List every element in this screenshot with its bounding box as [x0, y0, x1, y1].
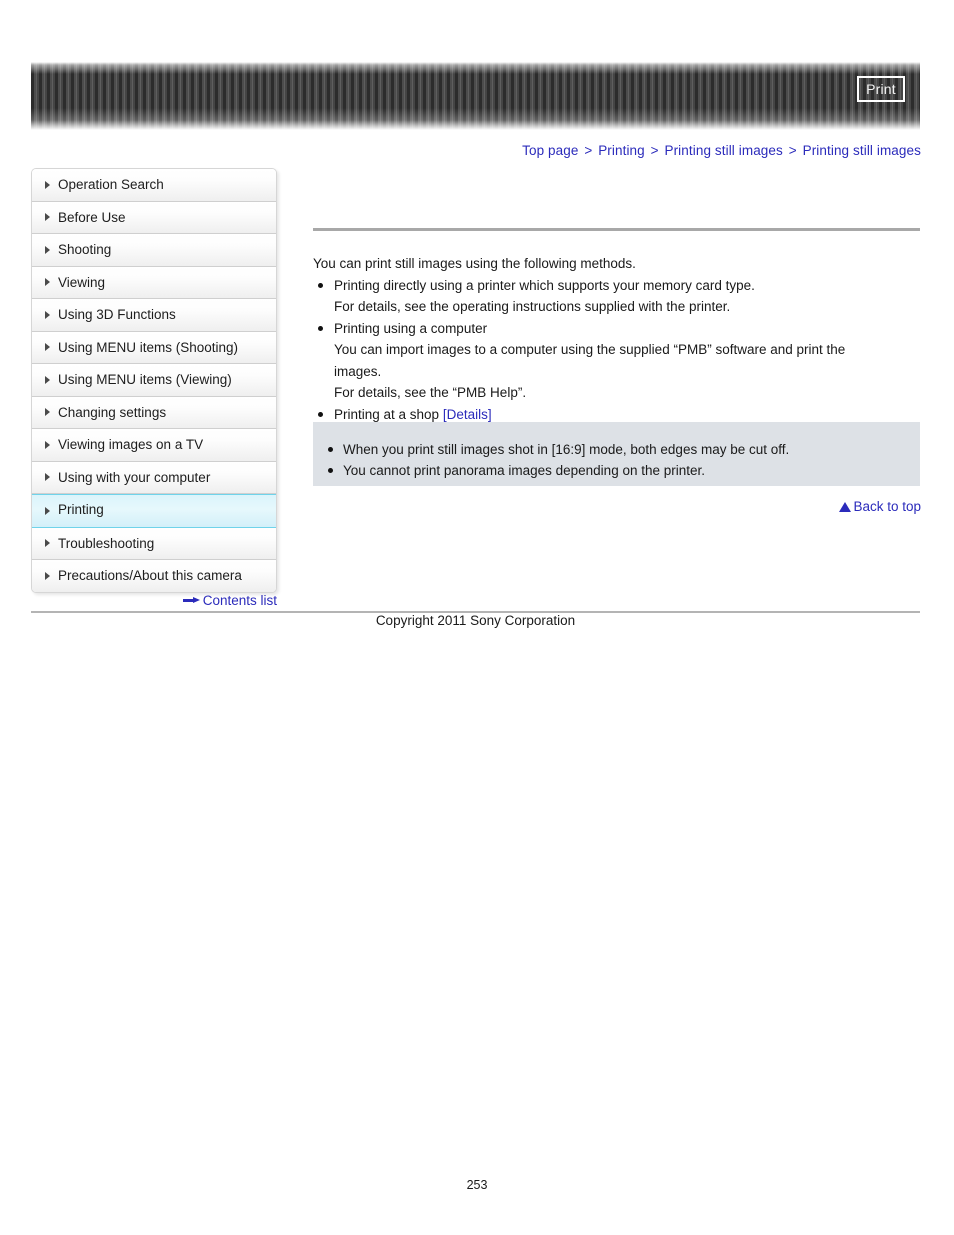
intro-paragraph: You can print still images using the fol…	[313, 256, 636, 271]
sidebar-item-precautions-about-this-camera[interactable]: Precautions/About this camera	[32, 560, 276, 592]
sidebar-item-using-menu-items-viewing[interactable]: Using MENU items (Viewing)	[32, 364, 276, 397]
list-item: When you print still images shot in [16:…	[313, 439, 920, 460]
method-line: Printing directly using a printer which …	[334, 277, 755, 293]
sidebar-item-label: Using MENU items (Viewing)	[58, 372, 232, 387]
details-link[interactable]: [Details]	[443, 407, 492, 422]
print-methods-list: Printing directly using a printer which …	[313, 275, 923, 426]
sidebar-item-troubleshooting[interactable]: Troubleshooting	[32, 527, 276, 560]
back-to-top-link[interactable]: Back to top	[839, 499, 921, 514]
back-to-top-label: Back to top	[853, 499, 921, 514]
method-line: You can import images to a computer usin…	[334, 342, 846, 357]
sidebar-item-using-menu-items-shooting[interactable]: Using MENU items (Shooting)	[32, 331, 276, 364]
list-item: Printing directly using a printer which …	[313, 275, 923, 318]
breadcrumb-separator: >	[650, 143, 659, 158]
content-top-divider	[313, 228, 920, 231]
sidebar-item-label: Troubleshooting	[58, 535, 155, 551]
method-line: images.	[334, 363, 382, 379]
triangle-right-icon	[45, 539, 50, 548]
breadcrumb-separator: >	[584, 143, 593, 158]
header-banner: Print	[31, 62, 920, 130]
breadcrumb-item-current[interactable]: Printing still images	[803, 143, 921, 158]
triangle-right-icon	[45, 571, 50, 580]
bullet-icon	[318, 325, 323, 331]
copyright-text: Copyright 2011 Sony Corporation	[375, 613, 576, 628]
sidebar-item-before-use[interactable]: Before Use	[32, 201, 276, 234]
sidebar-item-printing[interactable]: Printing	[32, 494, 276, 528]
page-number: 253	[466, 1178, 488, 1192]
breadcrumb-separator: >	[788, 143, 797, 158]
arrow-right-icon	[182, 596, 200, 604]
triangle-right-icon	[45, 473, 50, 482]
breadcrumb-item-printing[interactable]: Printing	[598, 143, 645, 158]
sidebar-item-label: Changing settings	[58, 404, 167, 420]
bullet-icon	[318, 411, 323, 417]
list-item: Printing using a computer You can import…	[313, 318, 923, 404]
sidebar-item-label: Precautions/About this camera	[58, 568, 242, 583]
contents-list-link[interactable]: Contents list	[31, 593, 277, 608]
triangle-right-icon	[45, 440, 50, 449]
triangle-up-icon	[839, 502, 852, 512]
method-line: For details, see the operating instructi…	[334, 299, 731, 314]
note-text: You cannot print panorama images dependi…	[343, 463, 706, 478]
sidebar-item-label: Using MENU items (Shooting)	[58, 339, 239, 355]
sidebar-item-label: Viewing images on a TV	[58, 437, 204, 452]
sidebar: Operation Search Before Use Shooting Vie…	[31, 168, 277, 593]
sidebar-item-label: Using 3D Functions	[58, 307, 176, 322]
bullet-icon	[318, 282, 323, 288]
sidebar-item-using-3d-functions[interactable]: Using 3D Functions	[32, 299, 276, 332]
sidebar-item-operation-search[interactable]: Operation Search	[32, 169, 276, 202]
sidebar-item-label: Operation Search	[58, 177, 164, 192]
triangle-right-icon	[45, 375, 50, 384]
triangle-right-icon	[45, 213, 50, 222]
triangle-right-icon	[45, 180, 50, 189]
print-button[interactable]: Print	[857, 76, 905, 102]
sidebar-item-shooting[interactable]: Shooting	[32, 234, 276, 267]
sidebar-item-changing-settings[interactable]: Changing settings	[32, 396, 276, 429]
sidebar-item-using-with-your-computer[interactable]: Using with your computer	[32, 461, 276, 494]
list-item: You cannot print panorama images dependi…	[313, 460, 920, 481]
note-text: When you print still images shot in [16:…	[343, 442, 790, 457]
sidebar-item-viewing-images-on-a-tv[interactable]: Viewing images on a TV	[32, 429, 276, 462]
main-content: You can print still images using the fol…	[313, 253, 923, 425]
sidebar-item-viewing[interactable]: Viewing	[32, 266, 276, 299]
sidebar-item-label: Using with your computer	[58, 469, 211, 485]
triangle-right-icon	[45, 310, 50, 319]
triangle-right-icon	[45, 278, 50, 287]
method-line: Printing using a computer	[334, 320, 488, 336]
sidebar-item-label: Viewing	[58, 274, 106, 290]
breadcrumb: Top page > Printing > Printing still ima…	[522, 143, 921, 158]
note-box: When you print still images shot in [16:…	[313, 422, 920, 486]
triangle-right-icon	[45, 343, 50, 352]
triangle-right-icon	[45, 506, 50, 515]
triangle-right-icon	[45, 245, 50, 254]
bullet-icon	[328, 468, 333, 473]
breadcrumb-item-top-page[interactable]: Top page	[522, 143, 578, 158]
note-list: When you print still images shot in [16:…	[313, 439, 920, 481]
bullet-icon	[328, 447, 333, 452]
sidebar-item-label: Printing	[58, 502, 104, 517]
sidebar-item-label: Before Use	[58, 209, 126, 225]
method-line: For details, see the “PMB Help”.	[334, 385, 527, 400]
breadcrumb-item-printing-still-images[interactable]: Printing still images	[664, 143, 782, 158]
triangle-right-icon	[45, 408, 50, 417]
contents-list-label: Contents list	[202, 593, 277, 608]
method-line: Printing at a shop	[334, 406, 443, 422]
sidebar-item-label: Shooting	[58, 242, 112, 257]
